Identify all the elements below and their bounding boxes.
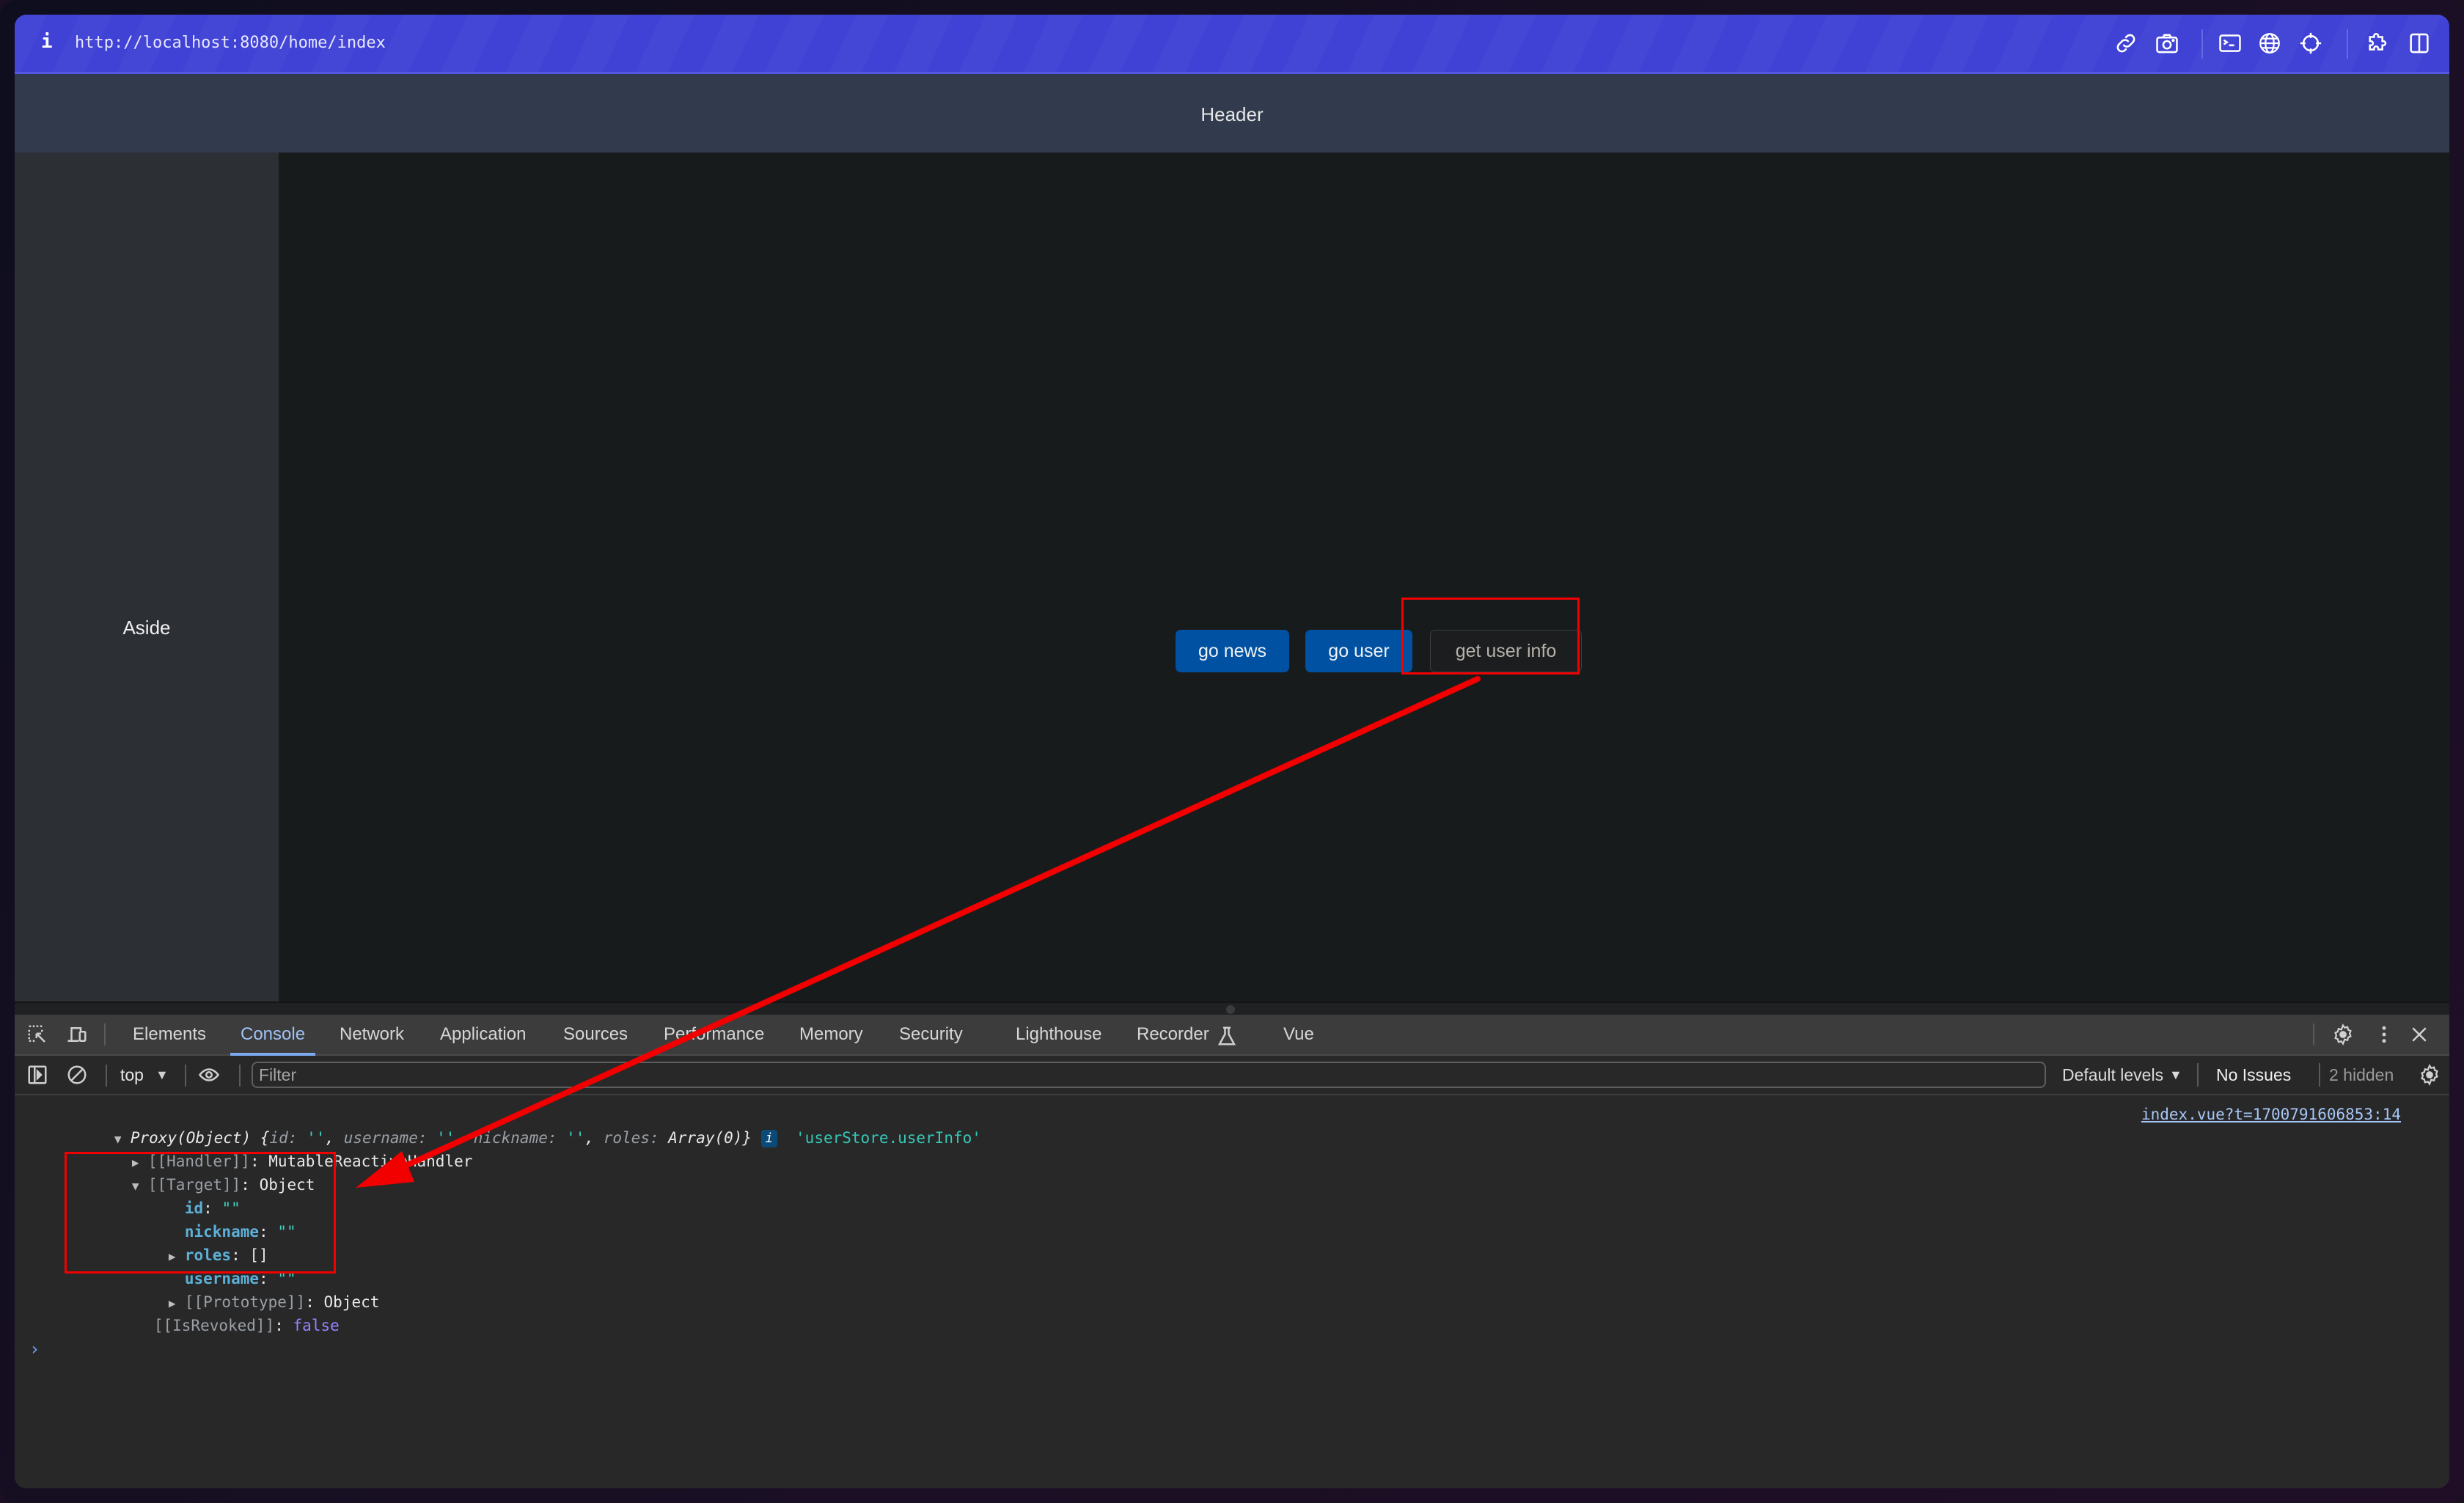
settings-gear-icon[interactable] — [2332, 1024, 2354, 1046]
go-news-button[interactable]: go news — [1176, 630, 1289, 672]
live-expression-eye-icon[interactable] — [198, 1064, 220, 1086]
page-aside: Aside — [15, 152, 279, 1002]
header-label: Header — [1200, 103, 1264, 125]
inspect-element-icon[interactable] — [26, 1024, 48, 1046]
tab-application[interactable]: Application — [440, 1015, 526, 1054]
toolbar-divider — [185, 1065, 186, 1087]
console-prompt-icon[interactable]: › — [29, 1339, 40, 1359]
camera-icon[interactable] — [2155, 31, 2179, 56]
aside-label: Aside — [122, 617, 171, 639]
devtools-resize-handle[interactable] — [15, 1002, 2449, 1016]
puzzle-icon[interactable] — [2366, 31, 2391, 56]
tab-network[interactable]: Network — [340, 1015, 404, 1054]
tab-recorder[interactable]: Recorder — [1137, 1015, 1209, 1054]
isrevoked-row: [[IsRevoked]]: false — [153, 1317, 340, 1334]
terminal-icon[interactable] — [2218, 31, 2243, 56]
field-row-id: id: "" — [184, 1199, 241, 1217]
toolbar-divider — [106, 1065, 107, 1087]
get-user-info-button[interactable]: get user info — [1430, 630, 1582, 672]
console-output: ▼ Proxy(Object) {id: '', username: '', ni… — [15, 1095, 2449, 1488]
url-text[interactable]: http://localhost:8080/home/index — [75, 34, 386, 52]
resize-knob[interactable] — [1226, 1005, 1235, 1014]
flask-icon — [1216, 1025, 1236, 1046]
clear-console-icon[interactable] — [66, 1064, 88, 1086]
tab-sources[interactable]: Sources — [563, 1015, 628, 1054]
tab-security[interactable]: Security — [899, 1015, 963, 1054]
target-row[interactable]: ▼ [[Target]]: Object — [76, 1150, 315, 1194]
toolbar-divider — [2347, 29, 2348, 59]
address-bar: i http://localhost:8080/home/index — [15, 15, 2449, 74]
sidebar-toggle-icon[interactable] — [26, 1064, 48, 1086]
tab-elements[interactable]: Elements — [133, 1015, 206, 1054]
tab-divider — [104, 1024, 106, 1046]
tab-vue[interactable]: Vue — [1283, 1015, 1314, 1054]
console-log-entry[interactable]: ▼ Proxy(Object) {id: '', username: '', ni… — [59, 1103, 981, 1147]
log-label: 'userStore.userInfo' — [796, 1129, 981, 1147]
split-panel-icon[interactable] — [2407, 31, 2432, 56]
toolbar-divider — [2319, 1063, 2320, 1087]
tab-memory[interactable]: Memory — [799, 1015, 863, 1054]
tab-divider — [2313, 1024, 2314, 1046]
prototype-row[interactable]: ▶ [[Prototype]]: Object — [113, 1267, 380, 1311]
page-main: go news go user get user info — [279, 152, 2449, 1002]
field-row-nickname: nickname: "" — [184, 1223, 296, 1241]
globe-icon[interactable] — [2257, 31, 2282, 56]
levels-dropdown-icon[interactable]: ▼ — [2169, 1056, 2182, 1094]
console-toolbar: top ▼ Default levels ▼ No Issues 2 hidde… — [15, 1056, 2449, 1095]
field-row-roles[interactable]: ▶ roles: [] — [113, 1220, 268, 1264]
hidden-messages-count: 2 hidden — [2329, 1065, 2394, 1084]
context-dropdown-icon[interactable]: ▼ — [155, 1056, 169, 1094]
toolbar-divider — [239, 1065, 241, 1087]
console-settings-gear-icon[interactable] — [2419, 1064, 2441, 1086]
handler-row[interactable]: ▶ [[Handler]]: MutableReactiveHandler — [76, 1126, 473, 1170]
browser-window: i http://localhost:8080/home/index Heade… — [15, 15, 2449, 1488]
go-user-button[interactable]: go user — [1305, 630, 1412, 672]
console-filter-input[interactable] — [252, 1062, 2046, 1088]
device-toolbar-icon[interactable] — [66, 1024, 88, 1046]
link-icon[interactable] — [2113, 31, 2138, 56]
toolbar-divider — [2197, 1063, 2199, 1087]
close-devtools-icon[interactable] — [2408, 1024, 2430, 1046]
issues-button[interactable]: No Issues — [2216, 1056, 2291, 1094]
field-row-username: username: "" — [184, 1270, 296, 1287]
tab-lighthouse[interactable]: Lighthouse — [1016, 1015, 1101, 1054]
toolbar-divider — [2201, 29, 2203, 59]
tab-performance[interactable]: Performance — [664, 1015, 764, 1054]
page-header: Header — [15, 74, 2449, 152]
devtools-tabbar: Elements Console Network Application Sou… — [15, 1015, 2449, 1056]
more-options-icon[interactable] — [2373, 1024, 2395, 1046]
source-location-link[interactable]: index.vue?t=1700791606853:14 — [2141, 1103, 2401, 1126]
info-badge-icon[interactable]: i — [760, 1130, 777, 1147]
crosshair-icon[interactable] — [2298, 31, 2323, 56]
info-icon[interactable]: i — [41, 31, 53, 53]
log-levels-dropdown[interactable]: Default levels — [2062, 1056, 2163, 1094]
tab-console[interactable]: Console — [230, 1015, 316, 1056]
context-selector[interactable]: top — [120, 1056, 144, 1094]
